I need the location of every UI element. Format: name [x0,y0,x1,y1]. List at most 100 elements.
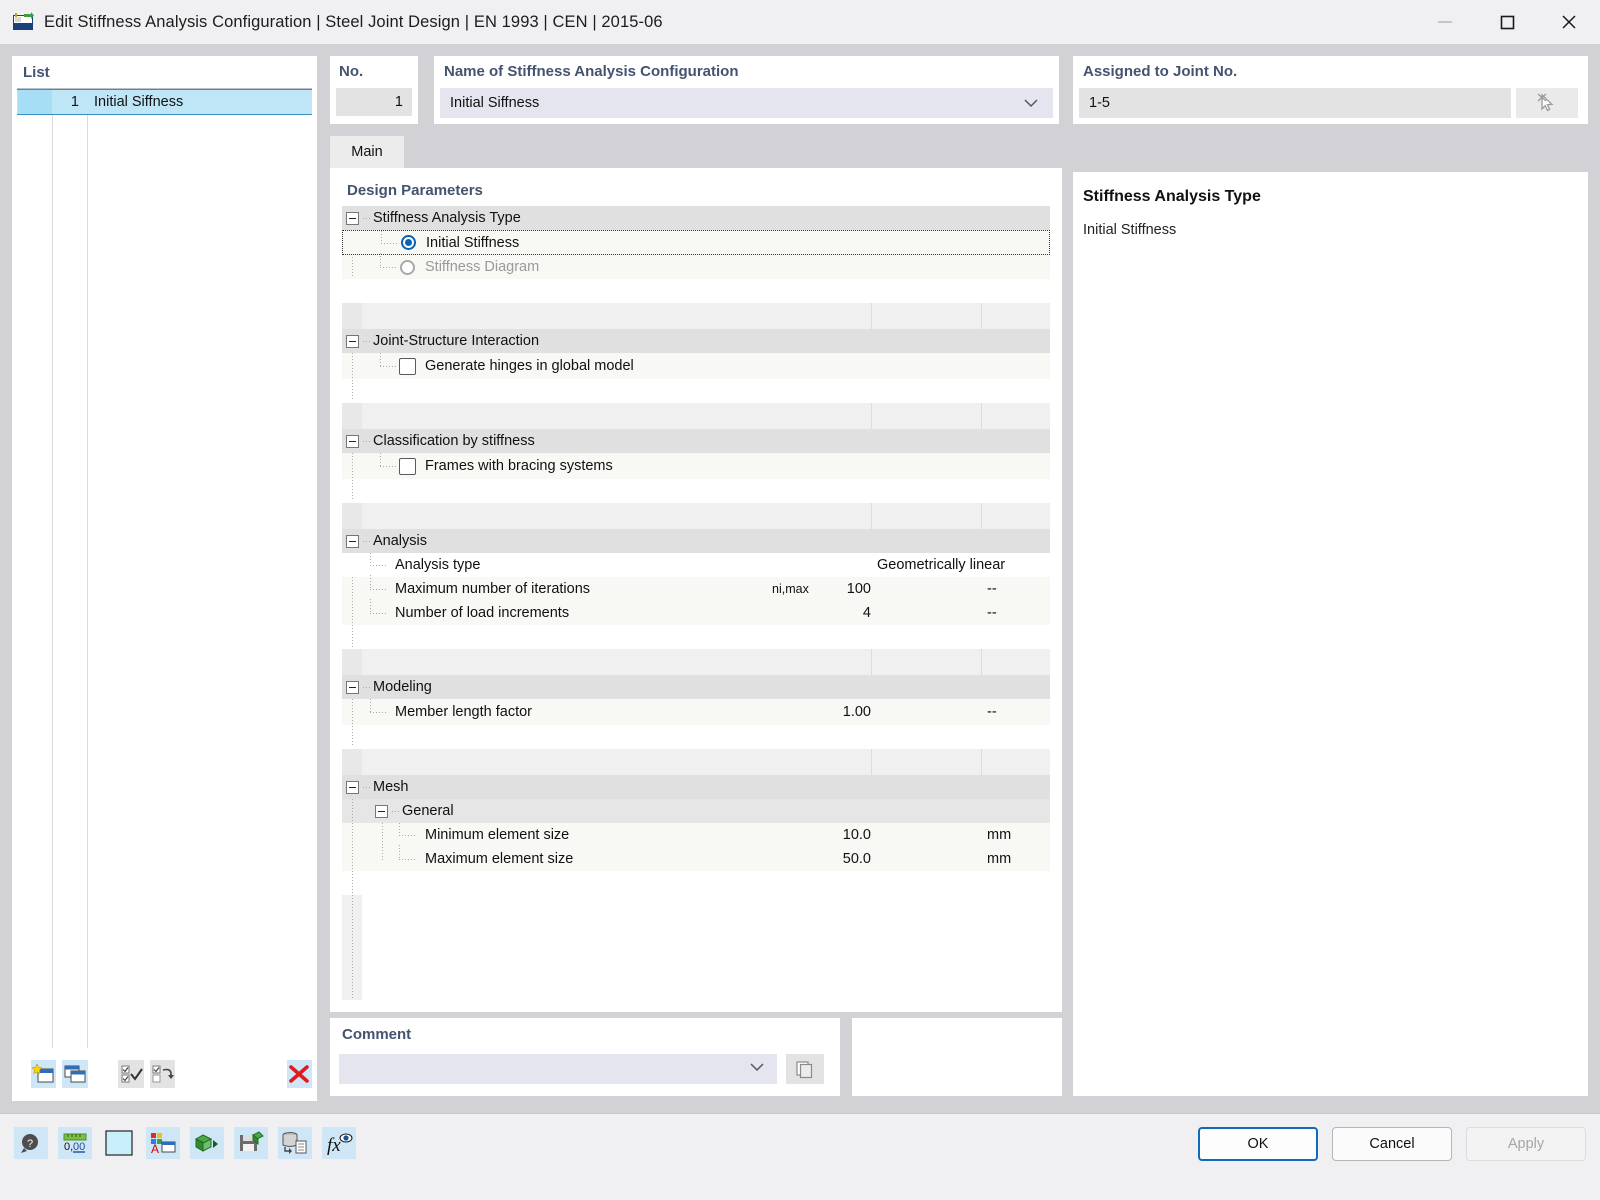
tree-row-initial-stiffness[interactable]: Initial Stiffness [342,230,1050,255]
tree-subgroup-mesh-general[interactable]: General [342,799,1050,823]
title-bar: Edit Stiffness Analysis Configuration | … [0,0,1600,44]
tree-guide [380,453,381,466]
dialog-buttons: OK Cancel Apply [1198,1127,1586,1161]
tree-row-member-length-factor[interactable]: Member length factor 1.00 -- [342,699,1050,725]
close-icon[interactable] [1538,0,1600,44]
tree-guide [380,267,397,268]
tree-group-mesh[interactable]: Mesh [342,775,1050,799]
select-all-icon[interactable] [118,1060,144,1088]
tree-group-stiffness-analysis-type[interactable]: Stiffness Analysis Type [342,206,1050,230]
tree-row-label: Initial Stiffness [426,234,520,251]
collapse-icon[interactable] [346,334,359,348]
tree-row-unit: -- [987,605,997,621]
tree-guide [380,466,397,467]
radio-initial-stiffness[interactable] [401,235,416,250]
tree-group-modeling[interactable]: Modeling [342,675,1050,699]
delete-item-icon[interactable] [286,1060,312,1088]
tree-group-gap [342,503,1050,529]
cancel-button[interactable]: Cancel [1332,1127,1452,1161]
tree-guide [399,823,400,835]
collapse-icon[interactable] [346,680,359,694]
tree-row-label: Maximum element size [425,851,574,867]
import-library-icon[interactable] [190,1127,224,1159]
tree-row-value: Geometrically linear [877,557,1006,573]
tree-row-value[interactable]: 4 [772,605,871,621]
collapse-icon[interactable] [375,804,388,818]
app-icon [12,11,34,33]
help-icon[interactable]: ? [14,1127,48,1159]
collapse-icon[interactable] [346,780,359,794]
tree-row-unit: -- [987,704,997,720]
pick-cursor-icon[interactable] [1516,88,1578,118]
tree-group-classification-by-stiffness[interactable]: Classification by stiffness [342,429,1050,453]
tree-guide [370,599,371,613]
ok-button[interactable]: OK [1198,1127,1318,1161]
radio-stiffness-diagram[interactable] [400,259,415,275]
new-item-icon[interactable] [31,1060,57,1088]
no-label: No. [339,63,364,80]
copy-comment-icon[interactable] [786,1054,824,1084]
tree-row-label: Maximum number of iterations [395,581,591,597]
tree-row-max-iterations[interactable]: Maximum number of iterations ni,max 100 … [342,575,1050,601]
no-field[interactable]: 1 [336,88,412,116]
display-properties-icon[interactable]: A [146,1127,180,1159]
list-item[interactable]: 1 Initial Siffness [17,89,312,115]
tree-group-joint-structure-interaction[interactable]: Joint-Structure Interaction [342,329,1050,353]
tree-row-min-element-size[interactable]: Minimum element size 10.0 mm [342,823,1050,847]
formula-visibility-icon[interactable]: fx [322,1127,356,1159]
tree-row-label: Generate hinges in global model [425,358,634,374]
joint-input[interactable]: 1-5 [1079,88,1511,118]
tree-rows-joint-structure-interaction: Generate hinges in global model [342,353,1050,403]
info-title: Stiffness Analysis Type [1083,188,1261,205]
svg-text:A: A [151,1142,159,1155]
tree-guide [352,799,353,823]
window-controls [1414,0,1600,44]
tree-row-value[interactable]: 10.0 [772,827,871,843]
design-parameters-tree: Stiffness Analysis Type Initial Stiffnes… [342,206,1050,1000]
chevron-down-icon[interactable] [749,1060,765,1078]
maximize-icon[interactable] [1476,0,1538,44]
comment-panel: Comment [330,1018,840,1096]
tree-row-analysis-type[interactable]: Analysis type Geometrically linear [342,553,1050,577]
design-parameters-panel: Design Parameters Stiffness Analysis Typ… [330,168,1062,1012]
comment-side-panel [852,1018,1062,1096]
tree-row-spacer [342,379,1050,403]
tab-main[interactable]: Main [330,136,404,168]
bottom-toolbar: ? 0, 00 A fx [14,1127,356,1159]
tree-row-max-element-size[interactable]: Maximum element size 50.0 mm [342,845,1050,871]
tree-group-label: Mesh [373,779,409,795]
tree-group-gap [342,403,1050,429]
color-swatch-icon[interactable] [102,1127,136,1159]
database-export-icon[interactable] [278,1127,312,1159]
name-combobox[interactable]: Initial Siffness [440,88,1053,118]
tree-row-value[interactable]: 100 [772,581,871,597]
tree-rows-mesh-general: Minimum element size 10.0 mm Maximum ele… [342,823,1050,895]
checkbox-generate-hinges[interactable] [399,357,416,375]
svg-text:fx: fx [327,1135,341,1155]
minimize-icon[interactable] [1414,0,1476,44]
tree-row-generate-hinges[interactable]: Generate hinges in global model [342,353,1050,379]
comment-combobox[interactable] [339,1054,777,1084]
list-item-color-swatch [18,90,52,114]
collapse-icon[interactable] [346,211,359,225]
tree-group-analysis[interactable]: Analysis [342,529,1050,553]
tree-row-value[interactable]: 1.00 [772,704,871,720]
info-panel: Stiffness Analysis Type Initial Stiffnes… [1073,172,1588,1096]
duplicate-item-icon[interactable] [62,1060,88,1088]
invert-selection-icon[interactable] [149,1060,175,1088]
tree-group-label: Classification by stiffness [373,433,535,449]
tree-row-load-increments[interactable]: Number of load increments 4 -- [342,599,1050,625]
chevron-down-icon[interactable] [1023,96,1039,114]
checkbox-frames-with-bracing[interactable] [399,457,416,475]
joint-label: Assigned to Joint No. [1083,63,1238,80]
tree-guide [363,787,372,788]
tree-row-value[interactable]: 50.0 [772,851,871,867]
export-library-icon[interactable] [234,1127,268,1159]
tree-row-label: Minimum element size [425,827,570,843]
units-decimals-icon[interactable]: 0, 00 [58,1127,92,1159]
collapse-icon[interactable] [346,534,359,548]
collapse-icon[interactable] [346,434,359,448]
tree-row-frames-with-bracing[interactable]: Frames with bracing systems [342,453,1050,479]
tree-row-stiffness-diagram[interactable]: Stiffness Diagram [342,253,1050,279]
no-box: No. 1 [330,56,418,124]
